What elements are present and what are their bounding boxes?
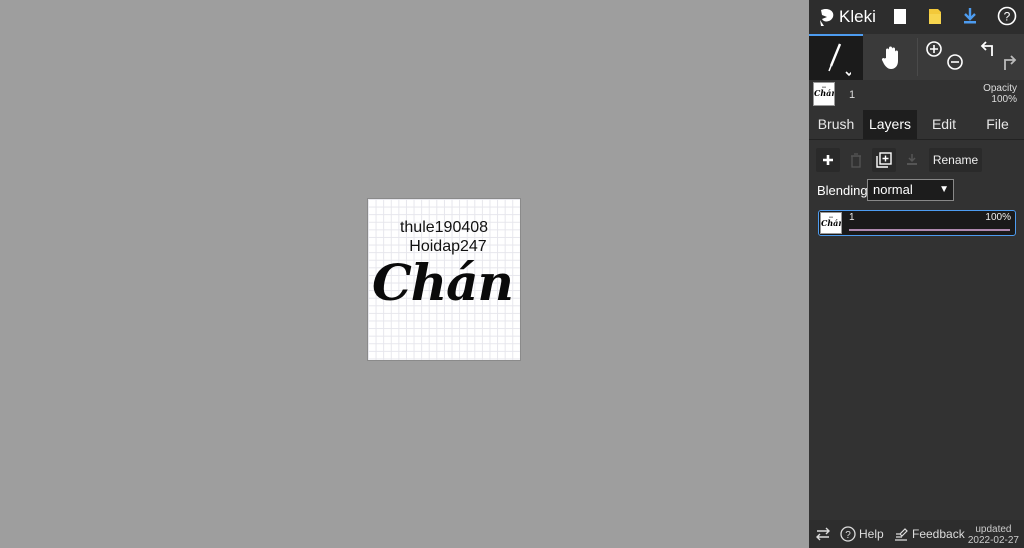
top-bar: Kleki ? bbox=[809, 0, 1024, 34]
duplicate-layer-button[interactable] bbox=[872, 148, 896, 172]
layer-opacity-slider[interactable] bbox=[849, 229, 1010, 231]
layers-panel: Rename Blending normal ▼ ▪▪▪▪ Chán 1 100… bbox=[809, 140, 1024, 520]
hand-icon bbox=[881, 46, 898, 69]
zoom-controls bbox=[922, 34, 968, 80]
delete-layer-button[interactable] bbox=[844, 148, 868, 172]
download-icon bbox=[964, 8, 976, 24]
new-image-button[interactable] bbox=[887, 3, 913, 29]
layer-preview[interactable]: ▪▪▪▪ Chán 1 Opacity 100% bbox=[809, 80, 1024, 110]
canvas-text-line1: thule190408 bbox=[399, 219, 489, 236]
tool-row bbox=[809, 34, 1024, 80]
tab-brush[interactable]: Brush bbox=[809, 110, 863, 139]
opacity-value: 100% bbox=[991, 94, 1017, 105]
updated-info: updated 2022-02-27 bbox=[968, 524, 1019, 546]
delete-layer-icon bbox=[851, 152, 861, 168]
feedback-link[interactable]: Feedback bbox=[894, 520, 965, 548]
app-logo[interactable]: Kleki bbox=[818, 5, 876, 29]
swap-icon bbox=[816, 527, 830, 541]
canvas-area[interactable]: thule190408 Hoidap247 Chán bbox=[0, 0, 809, 548]
svg-text:?: ? bbox=[845, 530, 851, 541]
layer-preview-opacity: Opacity 100% bbox=[983, 83, 1017, 105]
hand-tool-button[interactable] bbox=[865, 34, 919, 80]
brush-icon bbox=[828, 43, 851, 77]
svg-text:?: ? bbox=[1004, 10, 1011, 24]
redo-icon[interactable] bbox=[997, 54, 1017, 72]
new-image-icon bbox=[894, 8, 906, 24]
help-icon: ? bbox=[997, 6, 1017, 26]
rename-layer-button[interactable]: Rename bbox=[929, 148, 982, 172]
open-image-button[interactable] bbox=[922, 3, 948, 29]
blending-select[interactable]: normal ▼ bbox=[867, 179, 954, 201]
blending-value: normal bbox=[873, 182, 913, 197]
help-circle-icon: ? bbox=[840, 526, 856, 542]
layer-thumbnail-text: Chán bbox=[821, 218, 842, 228]
merge-layer-button[interactable] bbox=[900, 148, 924, 172]
sidebar: Kleki ? ▪▪▪▪ Chán 1 Opacity 100% Brush L… bbox=[809, 0, 1024, 548]
layer-preview-number: 1 bbox=[849, 89, 856, 101]
merge-layer-icon bbox=[907, 154, 917, 165]
swap-sides-button[interactable] bbox=[815, 520, 831, 548]
layer-list-item[interactable]: ▪▪▪▪ Chán 1 100% bbox=[818, 210, 1016, 236]
layer-thumbnail: ▪▪▪▪ Chán bbox=[820, 212, 842, 234]
tab-edit[interactable]: Edit bbox=[917, 110, 971, 139]
help-button[interactable]: ? bbox=[994, 3, 1020, 29]
updated-date: 2022-02-27 bbox=[967, 535, 1019, 546]
layer-preview-thumbnail-text: Chán bbox=[814, 88, 835, 98]
add-layer-button[interactable] bbox=[816, 148, 840, 172]
tab-file[interactable]: File bbox=[971, 110, 1024, 139]
tab-bar: Brush Layers Edit File bbox=[809, 110, 1024, 140]
app-name: Kleki bbox=[839, 7, 876, 26]
layer-preview-thumbnail: ▪▪▪▪ Chán bbox=[813, 82, 835, 106]
duplicate-layer-icon bbox=[876, 152, 892, 168]
undo-redo-controls bbox=[972, 34, 1024, 80]
feedback-icon bbox=[895, 528, 908, 541]
layer-opacity: 100% bbox=[985, 212, 1011, 223]
add-layer-icon bbox=[823, 155, 833, 165]
drawing-canvas[interactable]: thule190408 Hoidap247 Chán bbox=[368, 199, 520, 360]
save-button[interactable] bbox=[957, 3, 983, 29]
feedback-label: Feedback bbox=[912, 527, 965, 541]
zoom-in-icon[interactable] bbox=[925, 40, 945, 60]
zoom-out-icon[interactable] bbox=[946, 53, 966, 73]
open-folder-icon bbox=[929, 8, 941, 24]
help-link[interactable]: ? Help bbox=[840, 520, 884, 548]
layer-name: 1 bbox=[849, 212, 855, 223]
updated-label: updated bbox=[975, 524, 1012, 535]
kleki-logo-icon bbox=[820, 8, 834, 26]
help-label: Help bbox=[859, 527, 884, 541]
opacity-label: Opacity bbox=[983, 83, 1017, 94]
canvas-script-text: Chán bbox=[372, 253, 514, 312]
brush-tool-button[interactable] bbox=[809, 34, 863, 80]
blending-label: Blending bbox=[817, 183, 868, 198]
chevron-down-icon: ▼ bbox=[939, 184, 949, 195]
tab-layers[interactable]: Layers bbox=[863, 110, 917, 139]
footer: ? Help Feedback updated 2022-02-27 bbox=[809, 520, 1024, 548]
